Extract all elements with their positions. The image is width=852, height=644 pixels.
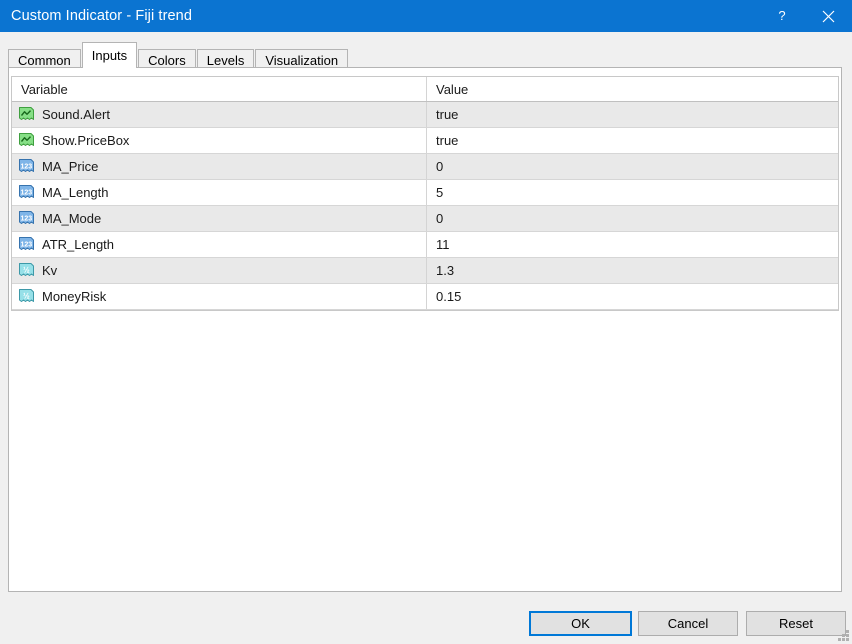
variable-name: Show.PriceBox bbox=[42, 133, 130, 148]
value-cell[interactable]: true bbox=[427, 128, 838, 153]
variable-name: Kv bbox=[42, 263, 58, 278]
value-cell[interactable]: 0 bbox=[427, 206, 838, 231]
dialog-footer: OK Cancel Reset bbox=[0, 600, 852, 644]
window-title: Custom Indicator - Fiji trend bbox=[11, 8, 192, 24]
column-header-value[interactable]: Value bbox=[427, 77, 838, 101]
tab-inputs-label: Inputs bbox=[91, 48, 128, 63]
table-row[interactable]: 123 MA_Mode 0 bbox=[12, 206, 838, 232]
variable-name: ATR_Length bbox=[42, 237, 115, 252]
svg-text:?: ? bbox=[778, 9, 785, 23]
int-type-icon: 123 bbox=[18, 211, 35, 226]
value-cell[interactable]: 5 bbox=[427, 180, 838, 205]
variable-cell: 123 MA_Length bbox=[12, 180, 427, 205]
tab-list: Common Inputs Colors Levels Visualizatio… bbox=[8, 42, 349, 71]
variable-cell: 123 MA_Mode bbox=[12, 206, 427, 231]
svg-text:123: 123 bbox=[20, 189, 32, 196]
double-type-icon: ½ bbox=[18, 263, 35, 278]
variable-cell: Sound.Alert bbox=[12, 102, 427, 127]
variable-cell: ½ MoneyRisk bbox=[12, 284, 427, 309]
variable-name: MA_Mode bbox=[42, 211, 102, 226]
variable-name: Sound.Alert bbox=[42, 107, 110, 122]
table-row[interactable]: 123 ATR_Length 11 bbox=[12, 232, 838, 258]
inputs-table[interactable]: Variable Value Sound.Alert true Show.Pri… bbox=[11, 76, 839, 311]
close-icon[interactable] bbox=[805, 0, 852, 32]
value-cell[interactable]: 0.15 bbox=[427, 284, 838, 309]
value-cell[interactable]: 1.3 bbox=[427, 258, 838, 283]
table-row[interactable]: ½ MoneyRisk 0.15 bbox=[12, 284, 838, 310]
resize-grip-icon[interactable] bbox=[838, 630, 850, 642]
tab-inputs[interactable]: Inputs bbox=[81, 42, 138, 68]
table-row[interactable]: 123 MA_Length 5 bbox=[12, 180, 838, 206]
variable-name: MA_Price bbox=[42, 159, 99, 174]
bool-type-icon bbox=[18, 133, 35, 148]
variable-name: MoneyRisk bbox=[42, 289, 107, 304]
tab-common-label: Common bbox=[18, 53, 71, 68]
column-header-variable[interactable]: Variable bbox=[12, 77, 427, 101]
tab-levels-label: Levels bbox=[206, 53, 245, 68]
table-row[interactable]: Sound.Alert true bbox=[12, 102, 838, 128]
bool-type-icon bbox=[18, 107, 35, 122]
value-cell[interactable]: 11 bbox=[427, 232, 838, 257]
variable-cell: ½ Kv bbox=[12, 258, 427, 283]
svg-text:½: ½ bbox=[23, 266, 30, 275]
variable-cell: 123 MA_Price bbox=[12, 154, 427, 179]
tab-colors-label: Colors bbox=[148, 53, 186, 68]
table-row[interactable]: ½ Kv 1.3 bbox=[12, 258, 838, 284]
int-type-icon: 123 bbox=[18, 237, 35, 252]
cancel-button[interactable]: Cancel bbox=[638, 611, 738, 636]
table-row[interactable]: Show.PriceBox true bbox=[12, 128, 838, 154]
tab-visualization-label: Visualization bbox=[265, 53, 339, 68]
svg-text:123: 123 bbox=[20, 163, 32, 170]
variable-cell: 123 ATR_Length bbox=[12, 232, 427, 257]
table-header-row: Variable Value bbox=[12, 77, 838, 102]
double-type-icon: ½ bbox=[18, 289, 35, 304]
value-cell[interactable]: 0 bbox=[427, 154, 838, 179]
int-type-icon: 123 bbox=[18, 185, 35, 200]
variable-name: MA_Length bbox=[42, 185, 109, 200]
help-icon[interactable]: ? bbox=[759, 0, 805, 32]
svg-text:123: 123 bbox=[20, 241, 32, 248]
int-type-icon: 123 bbox=[18, 159, 35, 174]
table-row[interactable]: 123 MA_Price 0 bbox=[12, 154, 838, 180]
reset-button[interactable]: Reset bbox=[746, 611, 846, 636]
svg-text:½: ½ bbox=[23, 292, 30, 301]
variable-cell: Show.PriceBox bbox=[12, 128, 427, 153]
svg-text:123: 123 bbox=[20, 215, 32, 222]
value-cell[interactable]: true bbox=[427, 102, 838, 127]
tab-strip: Common Inputs Colors Levels Visualizatio… bbox=[0, 32, 852, 71]
title-bar[interactable]: Custom Indicator - Fiji trend ? bbox=[0, 0, 852, 32]
ok-button[interactable]: OK bbox=[529, 611, 632, 636]
